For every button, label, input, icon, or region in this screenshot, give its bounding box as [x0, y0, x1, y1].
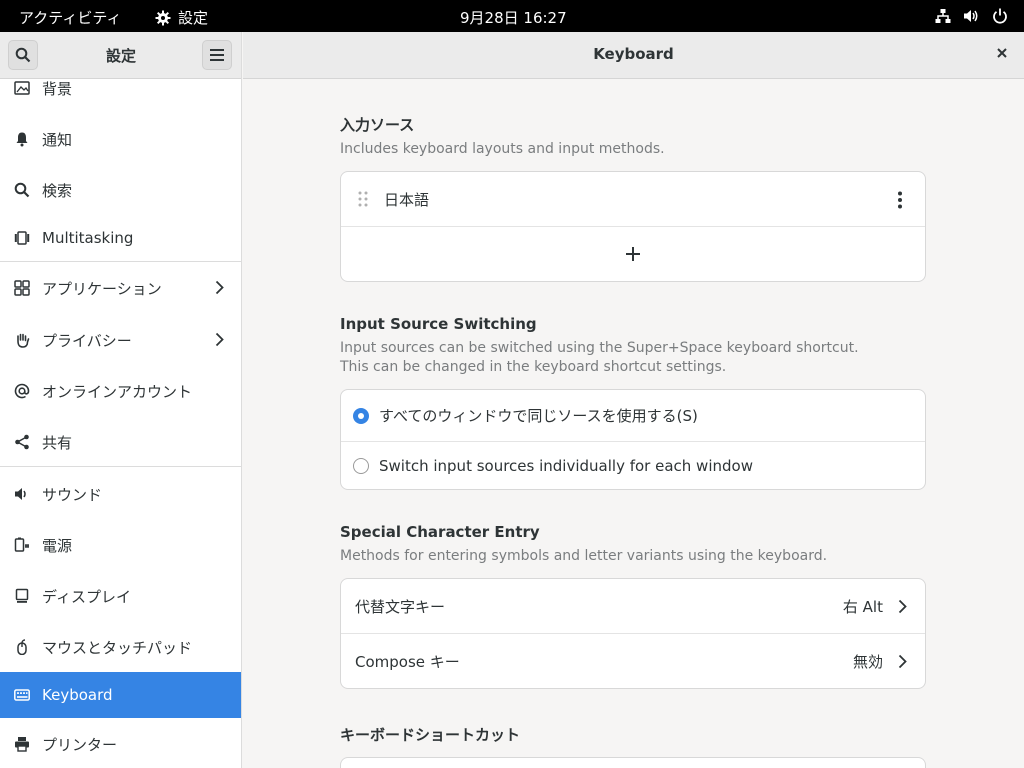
sidebar-item-notifications[interactable]: 通知 — [0, 116, 241, 162]
special-title: Special Character Entry — [340, 523, 540, 541]
background-icon — [14, 80, 30, 96]
sidebar-item-display[interactable]: ディスプレイ — [0, 573, 241, 619]
sidebar-item-privacy[interactable]: プライバシー — [0, 317, 241, 363]
switching-desc-line1: Input sources can be switched using the … — [340, 340, 859, 356]
search-icon — [14, 182, 30, 198]
clock[interactable]: 9月28日 16:27 — [460, 7, 567, 28]
input-source-row[interactable]: 日本語 — [341, 172, 925, 226]
keyboard-icon — [14, 687, 30, 703]
multitasking-icon — [14, 230, 30, 246]
chevron-right-icon — [215, 280, 224, 295]
bell-icon — [14, 131, 30, 147]
sidebar-item-label: オンラインアカウント — [42, 382, 193, 401]
row-value: 無効 — [852, 652, 883, 671]
option-individual-source[interactable]: Switch input sources individually for ea… — [341, 441, 925, 489]
add-input-source-button[interactable] — [341, 226, 925, 281]
sidebar-separator — [0, 466, 241, 467]
sidebar-item-sound[interactable]: サウンド — [0, 471, 241, 517]
more-vertical-icon[interactable] — [897, 191, 903, 209]
special-desc: Methods for entering symbols and letter … — [340, 548, 828, 564]
sidebar-item-label: マウスとタッチパッド — [42, 638, 193, 657]
sidebar-item-label: Multitasking — [42, 229, 134, 247]
sidebar-item-search[interactable]: 検索 — [0, 167, 241, 213]
radio-checked[interactable] — [353, 407, 369, 424]
row-label: 代替文字キー — [355, 597, 446, 616]
plus-icon — [626, 247, 640, 261]
row-value: 右 Alt — [842, 597, 883, 616]
power-icon — [993, 8, 1007, 24]
main-header: Keyboard — [243, 32, 1024, 79]
sidebar: 設定 背景 通知 検索 Multitasking アプリケーション プライバシー… — [0, 32, 242, 768]
sidebar-item-label: Keyboard — [42, 686, 113, 704]
activities-button[interactable]: アクティビティ — [19, 7, 121, 28]
volume-icon — [964, 10, 978, 22]
shortcuts-title: キーボードショートカット — [340, 726, 521, 744]
power-plug-icon — [14, 537, 30, 553]
option-label: Switch input sources individually for ea… — [379, 456, 753, 475]
row-label: Compose キー — [355, 652, 460, 671]
switching-desc-line2: This can be changed in the keyboard shor… — [340, 359, 727, 375]
mouse-icon — [14, 639, 30, 655]
sidebar-item-applications[interactable]: アプリケーション — [0, 265, 241, 311]
sidebar-separator — [0, 261, 241, 262]
chevron-right-icon — [898, 599, 907, 614]
network-icon — [935, 9, 951, 23]
special-options: 代替文字キー 右 Alt Compose キー 無効 — [340, 578, 926, 689]
switching-options: すべてのウィンドウで同じソースを使用する(S) Switch input sou… — [340, 389, 926, 490]
sidebar-item-label: 通知 — [42, 130, 73, 149]
hand-icon — [14, 332, 30, 348]
shortcuts-card[interactable] — [340, 757, 926, 768]
main-content[interactable]: 入力ソース Includes keyboard layouts and inpu… — [243, 79, 1024, 768]
sidebar-item-label: ディスプレイ — [42, 587, 131, 606]
sidebar-item-label: プライバシー — [42, 331, 132, 350]
system-tray[interactable] — [935, 8, 1008, 24]
speaker-icon — [14, 486, 30, 502]
chevron-right-icon — [898, 654, 907, 669]
sidebar-item-label: 電源 — [42, 536, 73, 555]
sidebar-item-power[interactable]: 電源 — [0, 522, 241, 568]
sidebar-item-mouse-touchpad[interactable]: マウスとタッチパッド — [0, 624, 241, 670]
sidebar-item-label: サウンド — [42, 485, 103, 504]
option-same-source[interactable]: すべてのウィンドウで同じソースを使用する(S) — [341, 390, 925, 441]
close-icon[interactable] — [996, 47, 1008, 59]
printer-icon — [14, 736, 30, 752]
sidebar-item-multitasking[interactable]: Multitasking — [0, 215, 241, 261]
share-icon — [14, 434, 30, 450]
page-title: Keyboard — [593, 45, 674, 63]
input-sources-desc: Includes keyboard layouts and input meth… — [340, 141, 665, 157]
apps-grid-icon — [14, 280, 30, 296]
at-icon — [14, 383, 30, 399]
alternate-characters-key-row[interactable]: 代替文字キー 右 Alt — [341, 579, 925, 633]
sidebar-item-label: 検索 — [42, 181, 73, 200]
gear-icon — [155, 10, 171, 25]
hamburger-icon — [210, 49, 224, 61]
radio-unchecked[interactable] — [353, 457, 369, 474]
sidebar-item-keyboard[interactable]: Keyboard — [0, 672, 241, 718]
sidebar-item-online-accounts[interactable]: オンラインアカウント — [0, 368, 241, 414]
input-source-label: 日本語 — [384, 190, 430, 209]
sidebar-item-label: 共有 — [42, 433, 73, 452]
chevron-right-icon — [215, 332, 224, 347]
switching-title: Input Source Switching — [340, 315, 537, 333]
sidebar-item-sharing[interactable]: 共有 — [0, 419, 241, 465]
input-sources-title: 入力ソース — [340, 116, 415, 134]
option-label: すべてのウィンドウで同じソースを使用する(S) — [379, 407, 698, 425]
compose-key-row[interactable]: Compose キー 無効 — [341, 633, 925, 688]
sidebar-item-label: 背景 — [42, 79, 73, 98]
sidebar-item-printers[interactable]: プリンター — [0, 721, 241, 767]
app-menu[interactable]: 設定 — [155, 7, 208, 28]
input-sources-list: 日本語 — [340, 171, 926, 282]
drag-handle-icon[interactable] — [358, 191, 368, 207]
sidebar-item-label: プリンター — [42, 735, 118, 754]
app-name: 設定 — [178, 9, 209, 27]
sidebar-item-label: アプリケーション — [42, 279, 162, 298]
display-icon — [14, 588, 30, 604]
sidebar-item-background[interactable]: 背景 — [0, 65, 241, 111]
top-bar: アクティビティ 設定 9月28日 16:27 — [0, 0, 1024, 32]
